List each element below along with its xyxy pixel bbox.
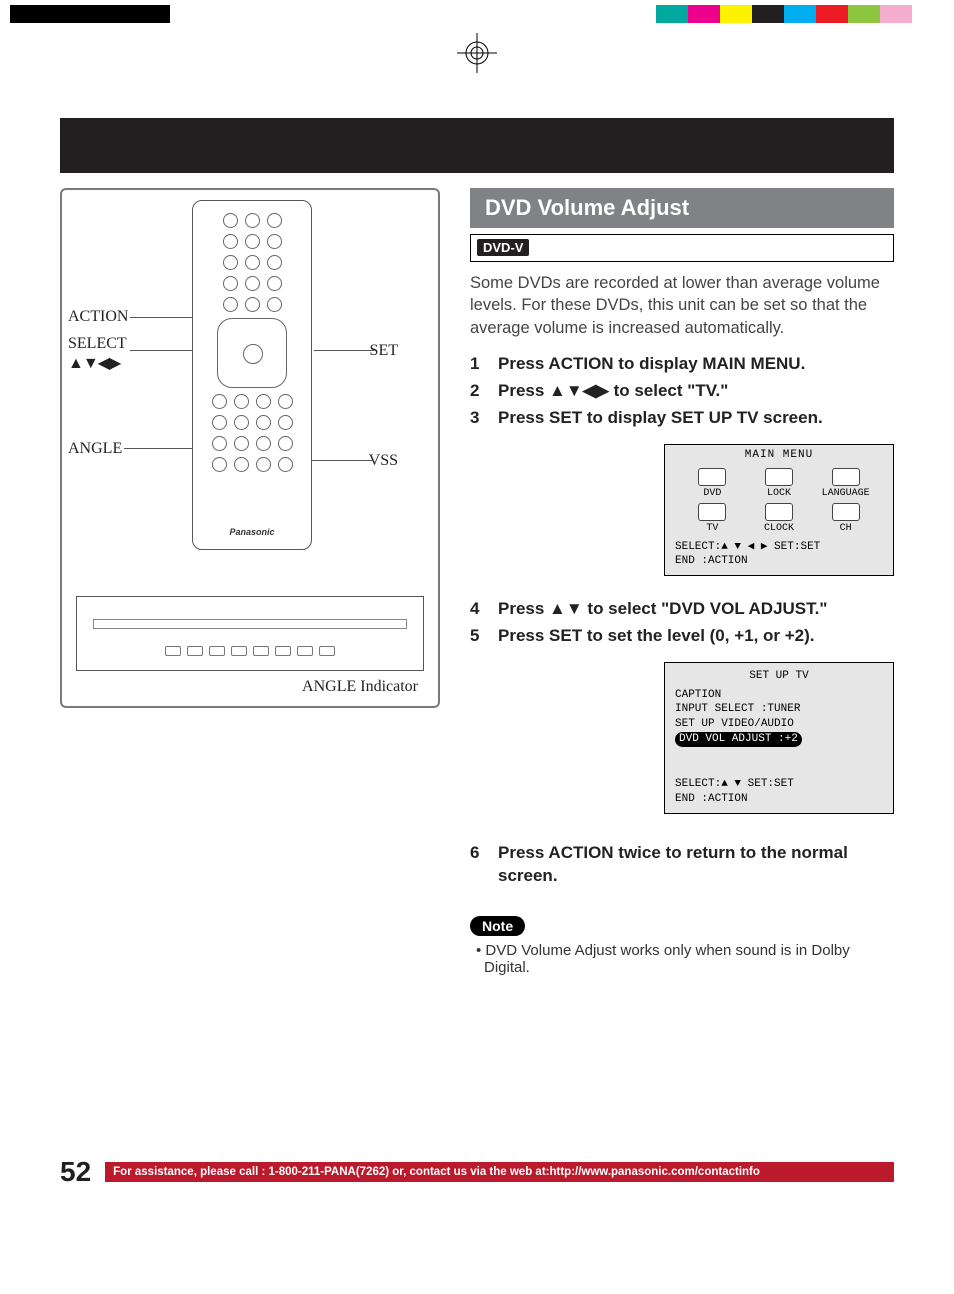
section-intro: Some DVDs are recorded at lower than ave… xyxy=(470,272,894,339)
step-3: 3Press SET to display SET UP TV screen. xyxy=(470,407,894,430)
dvd-v-badge: DVD-V xyxy=(477,239,529,256)
step-text: Press ▲▼ to select "DVD VOL ADJUST." xyxy=(498,598,894,621)
leader-line xyxy=(312,460,372,461)
steps-6: 6Press ACTION twice to return to the nor… xyxy=(470,842,894,888)
step-6: 6Press ACTION twice to return to the nor… xyxy=(470,842,894,888)
osd2-title: SET UP TV xyxy=(675,669,883,684)
osd-item-icon xyxy=(765,503,793,521)
step-2: 2Press ▲▼◀▶ to select "TV." xyxy=(470,380,894,403)
osd2-line: SET UP VIDEO/AUDIO xyxy=(675,717,883,732)
leader-line xyxy=(314,350,374,351)
page-number: 52 xyxy=(60,1156,91,1188)
device-tray xyxy=(93,619,407,629)
registration-mark-icon xyxy=(457,33,497,73)
callout-select: SELECT ▲▼◀▶ xyxy=(68,335,127,373)
device-outline xyxy=(76,596,424,671)
cal-strip-left xyxy=(10,5,330,23)
osd2-line: INPUT SELECT :TUNER xyxy=(675,702,883,717)
callout-vss: VSS xyxy=(369,452,398,470)
registration-mark-row xyxy=(0,28,954,78)
osd-item: LANGUAGE xyxy=(812,468,879,501)
osd-item-icon xyxy=(698,503,726,521)
note-text: • DVD Volume Adjust works only when soun… xyxy=(470,942,894,976)
step-4: 4Press ▲▼ to select "DVD VOL ADJUST." xyxy=(470,598,894,621)
osd-item: TV xyxy=(679,503,746,536)
osd-item-icon xyxy=(832,503,860,521)
osd-item: CH xyxy=(812,503,879,536)
osd-item-label: DVD xyxy=(703,488,721,501)
step-text: Press ACTION to display MAIN MENU. xyxy=(498,353,894,376)
osd-item: DVD xyxy=(679,468,746,501)
remote-brand: Panasonic xyxy=(193,527,311,537)
osd-item: LOCK xyxy=(746,468,813,501)
calibration-top xyxy=(0,0,954,28)
step-text: Press ▲▼◀▶ to select "TV." xyxy=(498,380,894,403)
osd-setup-tv: SET UP TV CAPTION INPUT SELECT :TUNER SE… xyxy=(664,662,894,814)
step-text: Press SET to set the level (0, +1, or +2… xyxy=(498,625,894,648)
leader-line xyxy=(130,350,192,351)
leader-line xyxy=(130,317,200,318)
osd2-foot-1: SELECT:▲ ▼ SET:SET xyxy=(675,777,883,792)
callout-action: ACTION xyxy=(68,308,128,326)
remote-outline: Panasonic xyxy=(192,200,312,550)
page-footer: 52 For assistance, please call : 1-800-2… xyxy=(60,1156,894,1188)
remote-device-figure: ACTION SELECT ▲▼◀▶ SET ANGLE VSS xyxy=(60,188,440,708)
callout-set: SET xyxy=(370,342,398,360)
osd2-line: CAPTION xyxy=(675,688,883,703)
callout-angle-indicator: ANGLE Indicator xyxy=(302,678,418,696)
device-buttons xyxy=(117,646,383,660)
assistance-bar: For assistance, please call : 1-800-211-… xyxy=(105,1162,894,1182)
badge-row: DVD-V xyxy=(470,234,894,262)
cal-strip-right xyxy=(624,5,944,23)
header-band xyxy=(60,118,894,173)
osd-item-label: CLOCK xyxy=(764,523,794,536)
osd-item-label: LANGUAGE xyxy=(822,488,870,501)
osd2-highlight: DVD VOL ADJUST :+2 xyxy=(675,732,802,747)
callout-select-label: SELECT xyxy=(68,335,127,352)
osd-item-icon xyxy=(765,468,793,486)
steps-4-5: 4Press ▲▼ to select "DVD VOL ADJUST." 5P… xyxy=(470,598,894,648)
osd-item-label: CH xyxy=(840,523,852,536)
osd-item-icon xyxy=(698,468,726,486)
step-text: Press SET to display SET UP TV screen. xyxy=(498,407,894,430)
osd-item-label: LOCK xyxy=(767,488,791,501)
section-title: DVD Volume Adjust xyxy=(470,188,894,228)
step-1: 1Press ACTION to display MAIN MENU. xyxy=(470,353,894,376)
callout-select-arrows: ▲▼◀▶ xyxy=(68,355,120,372)
step-5: 5Press SET to set the level (0, +1, or +… xyxy=(470,625,894,648)
osd-item-icon xyxy=(832,468,860,486)
note-pill: Note xyxy=(470,916,525,936)
callout-angle: ANGLE xyxy=(68,440,122,458)
step-text: Press ACTION twice to return to the norm… xyxy=(498,842,894,888)
steps-1-3: 1Press ACTION to display MAIN MENU. 2Pre… xyxy=(470,353,894,430)
osd2-foot-2: END :ACTION xyxy=(675,792,883,807)
osd-item-label: TV xyxy=(706,523,718,536)
osd-foot-2: END :ACTION xyxy=(675,555,883,569)
osd-grid: DVD LOCK LANGUAGE TV CLOCK CH xyxy=(665,462,893,537)
osd-item: CLOCK xyxy=(746,503,813,536)
osd-foot-1: SELECT:▲ ▼ ◀ ▶ SET:SET xyxy=(675,541,883,555)
osd-main-menu: MAIN MENU DVD LOCK LANGUAGE TV CLOCK CH SELEC… xyxy=(664,444,894,576)
osd-title: MAIN MENU xyxy=(665,449,893,463)
